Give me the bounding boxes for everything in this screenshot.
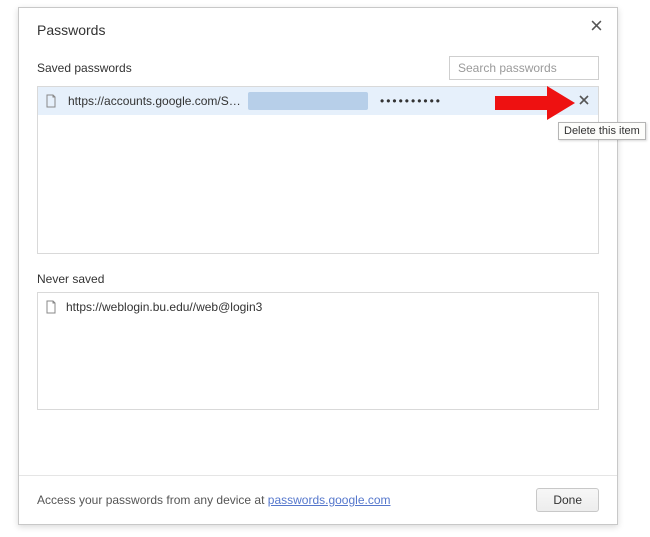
never-site-url: https://weblogin.bu.edu//web@login3: [66, 300, 262, 314]
done-button[interactable]: Done: [536, 488, 599, 512]
password-mask: ••••••••••: [368, 94, 570, 108]
never-saved-list[interactable]: https://weblogin.bu.edu//web@login3: [37, 292, 599, 410]
passwords-dialog: Passwords Saved passwords https://accoun…: [18, 7, 618, 525]
page-icon: [44, 94, 68, 108]
dialog-footer: Access your passwords from any device at…: [19, 475, 617, 524]
saved-password-row[interactable]: https://accounts.google.com/Servic... ••…: [38, 87, 598, 115]
close-button[interactable]: [587, 18, 605, 36]
page-icon: [44, 300, 58, 314]
saved-passwords-list[interactable]: https://accounts.google.com/Servic... ••…: [37, 86, 599, 254]
site-url: https://accounts.google.com/Servic...: [68, 94, 248, 108]
search-input[interactable]: [456, 57, 592, 79]
never-label: Never saved: [37, 272, 104, 286]
passwords-link[interactable]: passwords.google.com: [268, 493, 391, 507]
delete-row-button[interactable]: [570, 94, 598, 108]
dialog-title: Passwords: [37, 22, 105, 38]
delete-tooltip: Delete this item: [558, 122, 646, 140]
close-icon: [591, 20, 602, 31]
saved-label: Saved passwords: [37, 61, 132, 75]
username-cell[interactable]: [248, 92, 368, 110]
never-section-header: Never saved: [19, 254, 617, 292]
footer-prefix: Access your passwords from any device at: [37, 493, 268, 507]
never-saved-row[interactable]: https://weblogin.bu.edu//web@login3: [38, 293, 598, 321]
dialog-header: Passwords: [19, 8, 617, 46]
delete-icon: [579, 95, 589, 105]
footer-text: Access your passwords from any device at…: [37, 493, 391, 507]
search-box[interactable]: [449, 56, 599, 80]
saved-section-header: Saved passwords: [19, 46, 617, 86]
